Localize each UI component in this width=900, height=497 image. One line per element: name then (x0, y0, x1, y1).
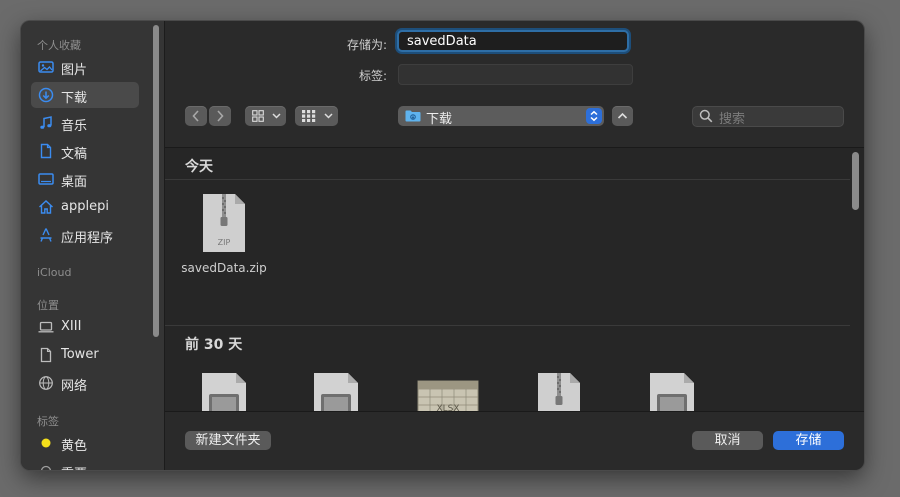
zip-file-icon: ZIP (203, 194, 245, 252)
archive-file-icon: GZ (538, 373, 580, 411)
laptop-icon (38, 321, 54, 333)
sidebar-icloud-header: iCloud (37, 266, 72, 279)
icon-view-grid-icon (252, 110, 264, 122)
desktop-icon (38, 173, 54, 185)
section-divider (165, 179, 850, 180)
file-name: savedData.zip (181, 261, 267, 275)
sidebar-item-label: 网络 (61, 379, 88, 394)
sidebar-scrollbar[interactable] (153, 25, 159, 337)
sidebar-item-label: 图片 (61, 63, 88, 78)
sidebar-item-label: 音乐 (61, 119, 88, 134)
main-panel: 存储为: savedData 标签: 下载 搜索 今天 ZIP savedDat… (165, 21, 864, 470)
file-item-zip[interactable]: ZIP savedData.zip (179, 193, 269, 293)
sidebar-item-label: 下载 (61, 91, 88, 106)
search-field[interactable]: 搜索 (692, 106, 844, 127)
home-icon (39, 200, 53, 214)
document-icon (40, 347, 52, 363)
file-browser: 今天 ZIP savedData.zip 前 30 天 XLSX GZ (165, 147, 864, 412)
disk-image-file-icon (650, 373, 694, 411)
downloads-icon (38, 87, 54, 103)
sidebar-item-home[interactable]: applepi (31, 194, 139, 220)
location-popup[interactable]: 下载 (398, 106, 604, 127)
search-placeholder: 搜索 (719, 112, 746, 127)
network-globe-icon (39, 376, 53, 390)
save-dialog: 个人收藏 图片 下载 音乐 文稿 桌面 applepi 应用程序 iCloud … (21, 21, 864, 470)
chevron-updown-icon (590, 110, 598, 122)
sidebar: 个人收藏 图片 下载 音乐 文稿 桌面 applepi 应用程序 iCloud … (21, 21, 165, 470)
chevron-down-icon (272, 113, 281, 119)
chevron-left-icon (192, 110, 199, 122)
sidebar-item-label: Tower (61, 347, 99, 362)
sidebar-item-label: 重要 (61, 463, 87, 470)
sidebar-item-pictures[interactable]: 图片 (31, 54, 139, 80)
photos-icon (38, 61, 54, 73)
save-button[interactable]: 存储 (773, 431, 844, 450)
section-header-today: 今天 (185, 159, 213, 175)
new-folder-button[interactable]: 新建文件夹 (185, 431, 271, 450)
save-as-input[interactable]: savedData (397, 30, 629, 52)
file-item-spreadsheet[interactable]: XLSX (402, 372, 492, 412)
sidebar-item-label: 黄色 (61, 439, 88, 454)
file-item-disk-image[interactable] (291, 372, 381, 411)
back-button[interactable] (185, 106, 207, 126)
section-divider (165, 325, 850, 326)
sidebar-item-documents[interactable]: 文稿 (31, 138, 139, 164)
music-icon (40, 116, 52, 129)
applications-icon (40, 228, 52, 242)
group-by-button[interactable] (295, 106, 338, 126)
document-icon (40, 143, 52, 159)
file-item-gz[interactable]: GZ (514, 372, 604, 411)
sidebar-item-xiii[interactable]: XIII (31, 314, 139, 340)
file-type-label: XLSX (436, 404, 459, 412)
file-item-disk-image[interactable] (179, 372, 269, 411)
sidebar-item-music[interactable]: 音乐 (31, 110, 139, 136)
disk-image-file-icon (202, 373, 246, 411)
chevron-down-icon (324, 113, 333, 119)
file-type-label: ZIP (218, 238, 231, 247)
forward-button[interactable] (209, 106, 231, 126)
sidebar-item-network[interactable]: 网络 (31, 370, 139, 396)
chevron-right-icon (217, 110, 224, 122)
sidebar-item-label: 应用程序 (61, 231, 114, 246)
chevron-up-icon (617, 112, 628, 119)
disk-image-file-icon (314, 373, 358, 411)
cancel-button[interactable]: 取消 (692, 431, 763, 450)
sidebar-item-tag-yellow[interactable]: 黄色 (31, 430, 139, 456)
folder-icon (405, 110, 421, 122)
sidebar-item-label: XIII (61, 319, 82, 334)
tag-dot-icon (41, 438, 51, 448)
sidebar-tags-header: 标签 (37, 415, 59, 428)
sidebar-favorites-header: 个人收藏 (37, 39, 81, 52)
sidebar-item-applications[interactable]: 应用程序 (31, 222, 139, 248)
section-header-last-30-days: 前 30 天 (185, 337, 243, 353)
location-stepper (586, 108, 602, 124)
sidebar-item-downloads[interactable]: 下载 (31, 82, 139, 108)
sidebar-item-desktop[interactable]: 桌面 (31, 166, 139, 192)
expand-collapse-button[interactable] (612, 106, 633, 126)
gallery-grid-icon (302, 110, 316, 122)
file-item-disk-image[interactable] (627, 372, 717, 411)
location-label: 下载 (426, 112, 453, 127)
sidebar-item-label: 文稿 (61, 147, 88, 162)
spreadsheet-file-icon: XLSX (417, 380, 479, 412)
sidebar-item-label: 桌面 (61, 175, 88, 190)
sidebar-locations-header: 位置 (37, 299, 59, 312)
view-mode-button[interactable] (245, 106, 286, 126)
browser-scrollbar[interactable] (852, 152, 859, 210)
sidebar-item-label: applepi (61, 199, 109, 214)
tag-dot-icon (40, 465, 52, 470)
search-icon (699, 109, 713, 123)
tags-label: 标签: (358, 69, 387, 83)
sidebar-item-tag-important[interactable]: 重要 (31, 458, 139, 470)
save-as-label: 存储为: (346, 38, 387, 52)
tags-input[interactable] (398, 64, 633, 85)
sidebar-item-tower[interactable]: Tower (31, 342, 139, 368)
